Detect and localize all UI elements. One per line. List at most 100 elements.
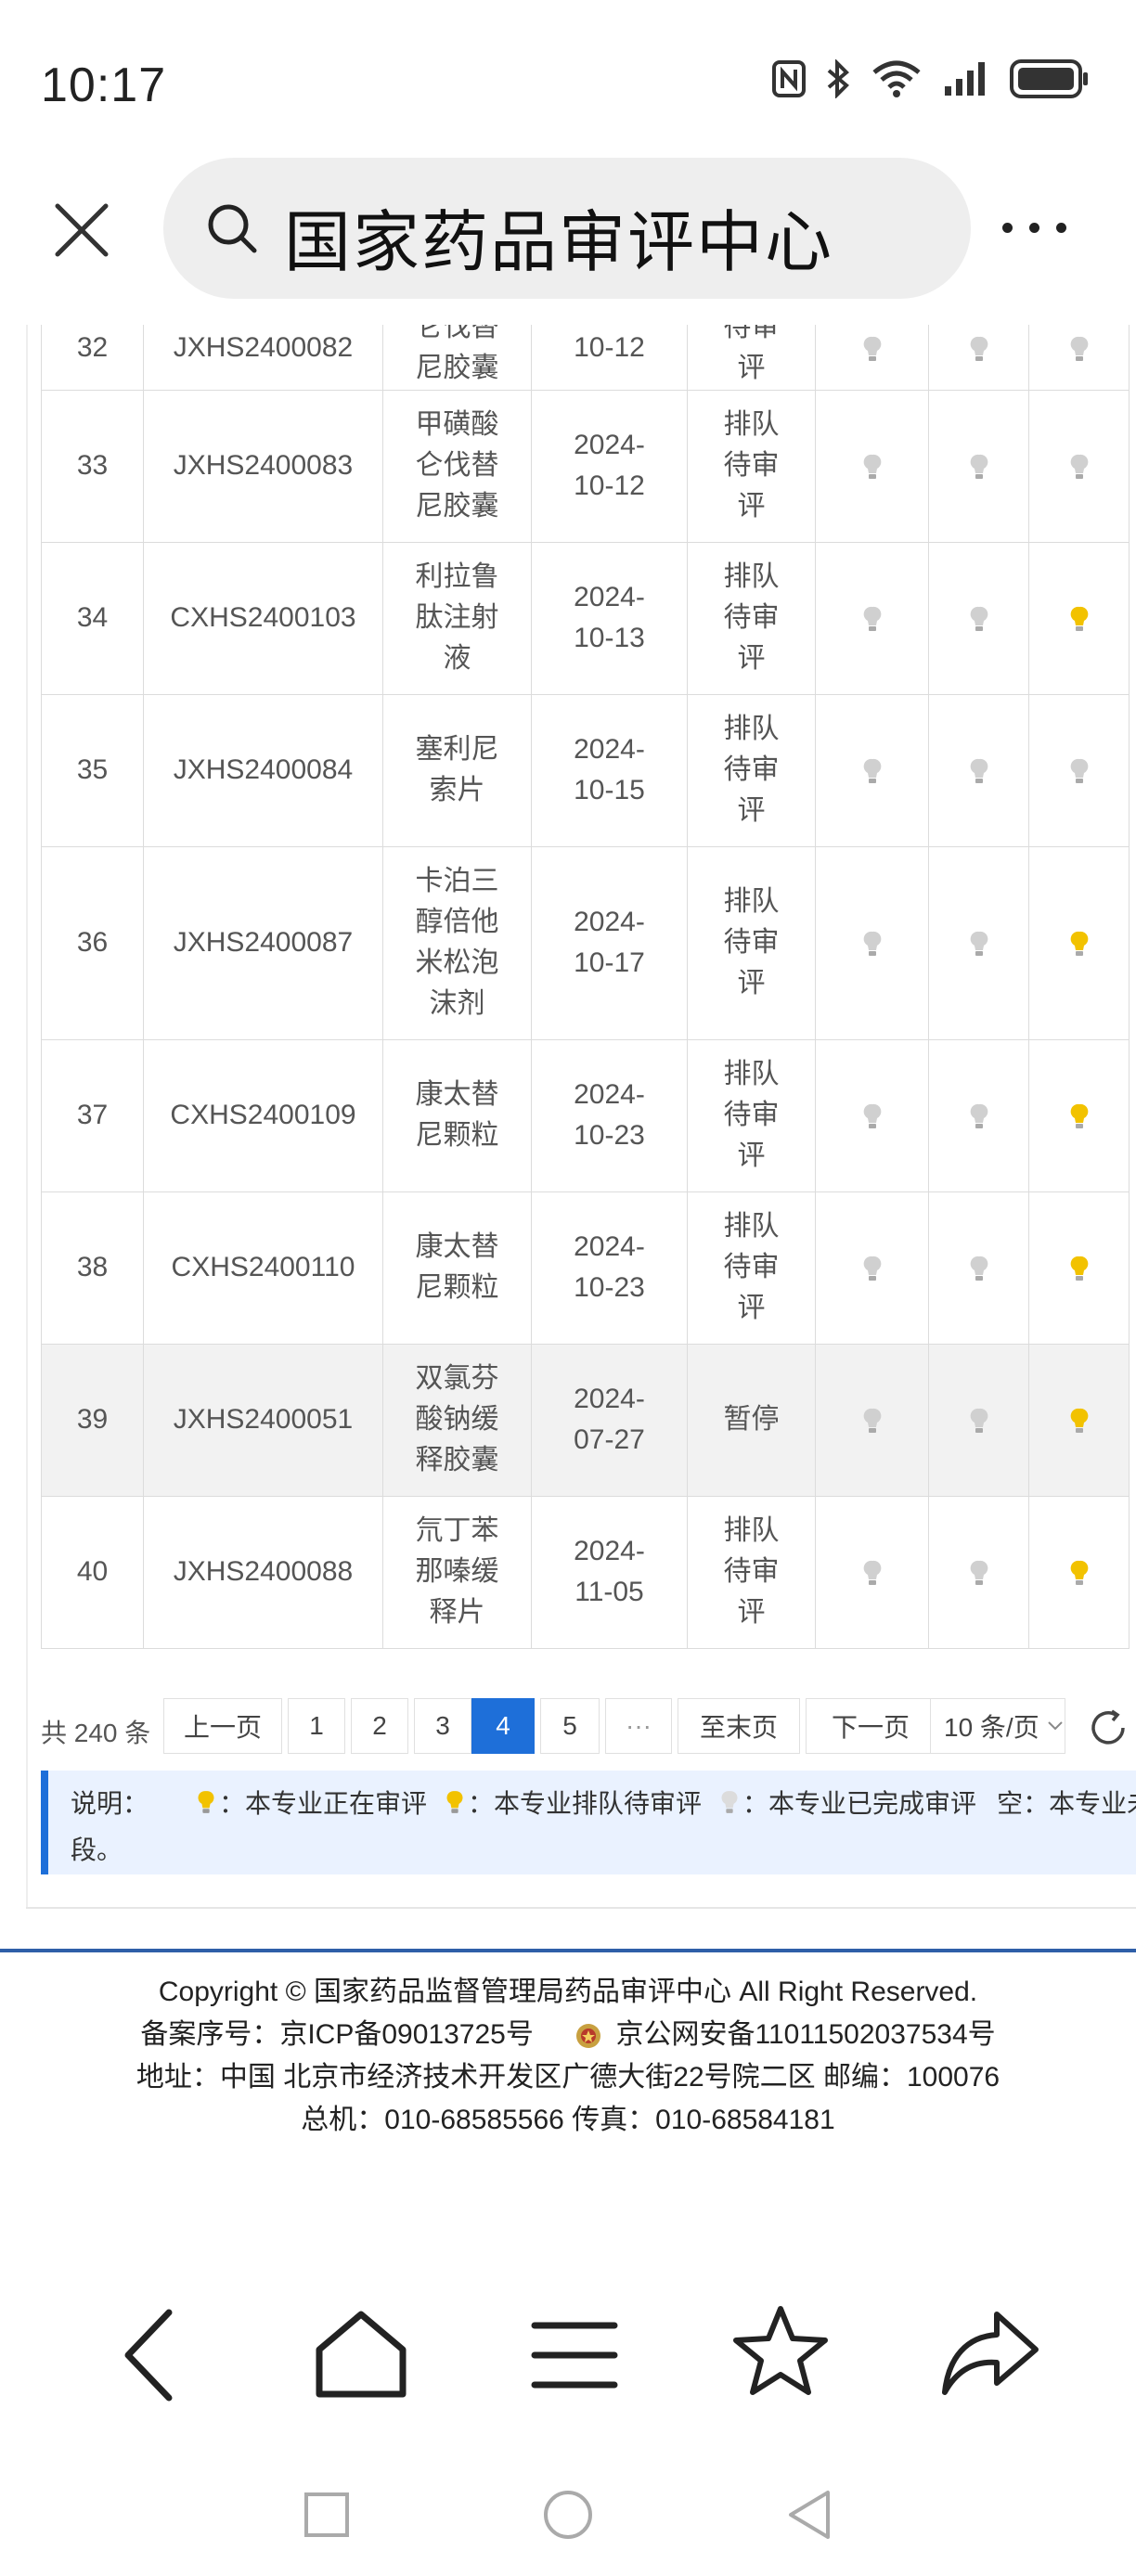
acceptance-code: CXHS2400109 xyxy=(143,1038,383,1192)
site-footer: Copyright © 国家药品监督管理局药品审评中心 All Right Re… xyxy=(0,1971,1136,2142)
bulb-off-icon xyxy=(970,336,988,361)
table-row[interactable]: 36 JXHS2400087 卡泊三 醇倍他 米松泡 沫剂 2024- 10-17 排队 待审评 xyxy=(41,845,1130,1040)
review-status: 排队 待审评 xyxy=(687,1191,816,1345)
review-status: 排队 待审评 xyxy=(687,1038,816,1192)
review-light-1 xyxy=(815,1495,929,1649)
page-size-value: 10 条/页 xyxy=(944,1713,1039,1742)
review-light-3 xyxy=(1028,845,1130,1040)
drug-name: 康太替 尼颗粒 xyxy=(382,1038,532,1192)
bluetooth-icon xyxy=(826,58,850,103)
table-row[interactable]: 32 JXHS2400082 仑伐替 尼胶囊 10-12 待审评 xyxy=(41,325,1130,391)
footer-icp[interactable]: 备案序号：京ICP备09013725号 xyxy=(140,2019,534,2050)
table-row[interactable]: 40 JXHS2400088 氘丁苯 那嗪缓 释片 2024- 11-05 排队 待审评 xyxy=(41,1495,1130,1649)
review-light-3 xyxy=(1028,541,1130,695)
back-button[interactable] xyxy=(100,2301,202,2403)
page-4-button[interactable]: 4 xyxy=(471,1698,535,1754)
undertake-date: 10-12 xyxy=(531,325,688,391)
footer-copyright: Copyright © 国家药品监督管理局药品审评中心 All Right Re… xyxy=(158,1977,978,2007)
page-1-button[interactable]: 1 xyxy=(288,1698,345,1754)
drug-name: 塞利尼 索片 xyxy=(382,693,532,847)
card-border xyxy=(26,325,28,1909)
table-row[interactable]: 37 CXHS2400109 康太替 尼颗粒 2024- 10-23 排队 待审评 xyxy=(41,1038,1130,1192)
drug-name: 甲磺酸 仑伐替 尼胶囊 xyxy=(382,389,532,543)
refresh-icon[interactable] xyxy=(1088,1707,1129,1748)
row-number: 36 xyxy=(41,845,144,1040)
review-status: 暂停 xyxy=(687,1343,816,1497)
row-number: 37 xyxy=(41,1038,144,1192)
bulb-off-icon xyxy=(863,758,881,784)
acceptance-code: CXHS2400103 xyxy=(143,541,383,695)
review-light-3 xyxy=(1028,693,1130,847)
legend-empty: 空：本专业未启动 xyxy=(997,1789,1136,1818)
drug-name: 利拉鲁 肽注射液 xyxy=(382,541,532,695)
close-button[interactable] xyxy=(45,193,119,267)
next-page-button[interactable]: 下一页 xyxy=(806,1698,936,1754)
more-menu-button[interactable] xyxy=(1002,204,1104,251)
page-size-select[interactable]: 10 条/页 xyxy=(930,1698,1065,1754)
status-time: 10:17 xyxy=(41,58,167,112)
table-row[interactable]: 34 CXHS2400103 利拉鲁 肽注射液 2024- 10-13 排队 待审评 xyxy=(41,541,1130,695)
bulb-off-icon xyxy=(863,454,881,480)
favorite-button[interactable] xyxy=(729,2301,832,2403)
system-home-button[interactable] xyxy=(540,2487,596,2543)
review-light-2 xyxy=(928,389,1029,543)
more-dot-icon xyxy=(1056,222,1066,233)
bulb-off-icon xyxy=(863,336,881,361)
share-button[interactable] xyxy=(939,2301,1041,2403)
page-3-button[interactable]: 3 xyxy=(414,1698,471,1754)
row-number: 34 xyxy=(41,541,144,695)
review-light-1 xyxy=(815,693,929,847)
last-page-button[interactable]: 至末页 xyxy=(678,1698,800,1754)
review-light-3 xyxy=(1028,1038,1130,1192)
bulb-off-icon xyxy=(863,1560,881,1586)
undertake-date: 2024- 10-23 xyxy=(531,1038,688,1192)
bulb-off-icon xyxy=(863,1103,881,1129)
review-light-3 xyxy=(1028,389,1130,543)
battery-icon xyxy=(1010,59,1090,103)
chevron-down-icon xyxy=(1048,1721,1063,1731)
acceptance-code: JXHS2400087 xyxy=(143,845,383,1040)
search-query: 国家药品审评中心 xyxy=(284,206,834,280)
status-bar: 10:17 xyxy=(0,0,1136,158)
search-icon xyxy=(208,204,257,253)
square-icon xyxy=(304,2492,349,2537)
search-input[interactable]: 国家药品审评中心 xyxy=(163,158,971,299)
nfc-icon xyxy=(772,60,806,102)
close-icon xyxy=(55,203,109,257)
bulb-done-icon xyxy=(721,1791,738,1813)
browser-bottom-nav xyxy=(0,2283,1136,2413)
review-light-1 xyxy=(815,541,929,695)
page-5-button[interactable]: 5 xyxy=(540,1698,600,1754)
review-light-1 xyxy=(815,845,929,1040)
review-light-3 xyxy=(1028,1495,1130,1649)
drug-name: 双氯芬 酸钠缓 释胶囊 xyxy=(382,1343,532,1497)
bulb-off-icon xyxy=(970,606,988,632)
menu-icon xyxy=(531,2322,618,2389)
status-icons xyxy=(772,58,1090,103)
review-light-2 xyxy=(928,1343,1029,1497)
drug-name: 康太替 尼颗粒 xyxy=(382,1191,532,1345)
menu-button[interactable] xyxy=(523,2301,626,2403)
table-row[interactable]: 35 JXHS2400084 塞利尼 索片 2024- 10-15 排队 待审评 xyxy=(41,693,1130,847)
footer-police[interactable]: 京公网安备11011502037534号 xyxy=(616,2019,996,2050)
home-button[interactable] xyxy=(310,2301,412,2403)
review-light-2 xyxy=(928,1191,1029,1345)
prev-page-button[interactable]: 上一页 xyxy=(163,1698,282,1754)
system-back-button[interactable] xyxy=(781,2487,837,2543)
table-row[interactable]: 39 JXHS2400051 双氯芬 酸钠缓 释胶囊 2024- 07-27 暂停 xyxy=(41,1343,1130,1497)
review-status: 排队 待审评 xyxy=(687,1495,816,1649)
recent-apps-button[interactable] xyxy=(299,2487,355,2543)
review-status: 待审评 xyxy=(687,325,816,391)
review-light-1 xyxy=(815,389,929,543)
page-2-button[interactable]: 2 xyxy=(351,1698,408,1754)
row-number: 38 xyxy=(41,1191,144,1345)
table-row[interactable]: 38 CXHS2400110 康太替 尼颗粒 2024- 10-23 排队 待审评 xyxy=(41,1191,1130,1345)
undertake-date: 2024- 10-15 xyxy=(531,693,688,847)
table-row[interactable]: 33 JXHS2400083 甲磺酸 仑伐替 尼胶囊 2024- 10-12 排队 待审评 xyxy=(41,389,1130,543)
bulb-on-icon xyxy=(1070,1103,1088,1129)
legend-box: 说明： ：本专业正在审评 ：本专业排队待审评 ：本专业已完成审评 空：本专业未启… xyxy=(41,1771,1136,1874)
review-status: 排队 待审评 xyxy=(687,845,816,1040)
bulb-on-icon xyxy=(1070,931,1088,957)
review-light-1 xyxy=(815,1191,929,1345)
bulb-off-icon xyxy=(970,931,988,957)
